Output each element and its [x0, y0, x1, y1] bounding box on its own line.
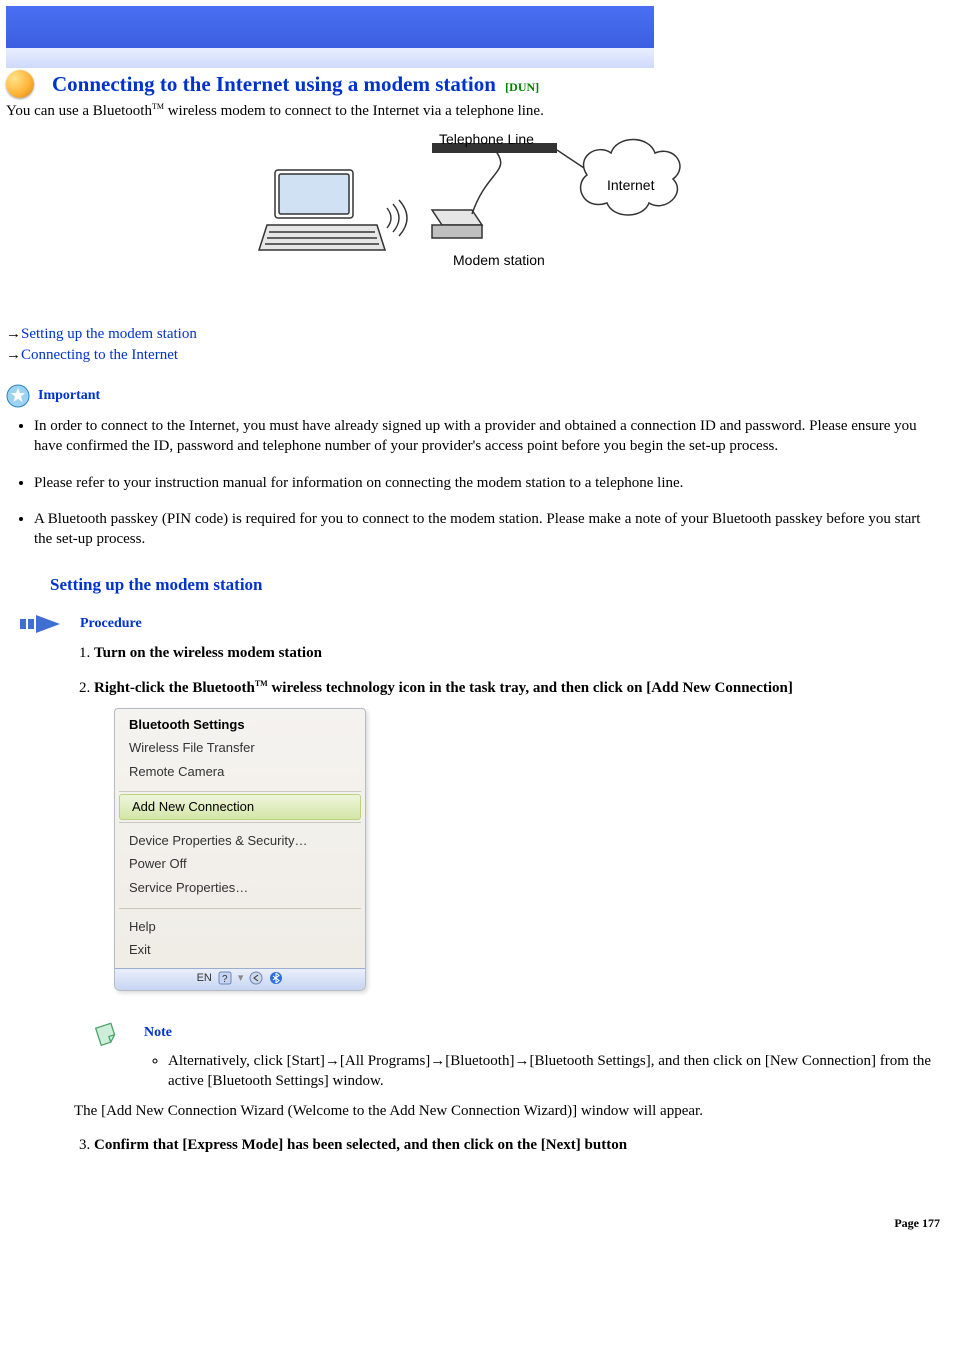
note-heading: Note: [144, 1024, 172, 1043]
step-2-post: wireless technology icon in the task tra…: [268, 680, 793, 696]
anchor-links-block: →Setting up the modem station →Connectin…: [6, 324, 948, 366]
page-title-tag: [DUN]: [505, 80, 539, 94]
help-tray-icon: ?: [218, 971, 232, 985]
menu-item-device-properties: Device Properties & Security…: [129, 829, 355, 853]
diagram-label-telephone: Telephone Line: [439, 131, 534, 147]
page-title-text: Connecting to the Internet using a modem…: [52, 72, 496, 96]
procedure-block: Procedure Turn on the wireless modem sta…: [20, 613, 954, 1155]
section-heading-setup: Setting up the modem station: [50, 575, 954, 595]
procedure-arrow-icon: [20, 613, 60, 635]
menu-item-wft: Wireless File Transfer: [129, 736, 355, 760]
menu-separator: [119, 908, 361, 909]
wizard-appear-text: The [Add New Connection Wizard (Welcome …: [74, 1101, 942, 1121]
menu-item-help: Help: [129, 915, 355, 939]
link-connect-internet[interactable]: Connecting to the Internet: [21, 347, 178, 363]
note-icon: [94, 1021, 120, 1047]
important-section: Important In order to connect to the Int…: [6, 384, 948, 549]
trademark-symbol: TM: [152, 102, 164, 111]
menu-separator: [119, 822, 361, 823]
diagram-label-modem: Modem station: [453, 252, 545, 268]
note-item: Alternatively, click [Start]→[All Progra…: [168, 1051, 948, 1092]
intro-post: wireless modem to connect to the Interne…: [164, 103, 544, 119]
banner-bar-top: [6, 6, 654, 48]
menu-title: Bluetooth Settings: [129, 713, 355, 737]
procedure-heading: Procedure: [80, 616, 142, 632]
menu-item-add-new-connection: Add New Connection: [119, 794, 361, 820]
tray-language: EN: [197, 971, 212, 986]
important-label-row: Important: [6, 384, 948, 408]
page-footer: Page 177: [0, 1216, 940, 1231]
arrow-glyph: →: [6, 347, 21, 363]
step-1-text: Turn on the wireless modem station: [94, 645, 322, 661]
step-3-text: Confirm that [Express Mode] has been sel…: [94, 1137, 627, 1153]
menu-item-exit: Exit: [129, 938, 355, 962]
important-heading: Important: [38, 388, 100, 404]
menu-item-service-properties: Service Properties…: [129, 876, 355, 900]
bluetooth-tray-icon: [269, 971, 283, 985]
important-bullet: Please refer to your instruction manual …: [34, 473, 942, 493]
star-icon: [6, 384, 30, 408]
menu-item-power-off: Power Off: [129, 852, 355, 876]
note-list: Alternatively, click [Start]→[All Progra…: [134, 1051, 948, 1092]
arrow-glyph: →: [6, 326, 21, 342]
menu-separator: [119, 791, 361, 792]
important-bullet: In order to connect to the Internet, you…: [34, 416, 942, 457]
step-3: Confirm that [Express Mode] has been sel…: [94, 1135, 948, 1155]
step-2-text: Right-click the BluetoothTM wireless tec…: [94, 680, 793, 696]
step-2-pre: Right-click the Bluetooth: [94, 680, 255, 696]
procedure-steps: Turn on the wireless modem station Right…: [72, 643, 948, 1155]
banner-bar-mid: [6, 48, 654, 68]
top-banner: [6, 6, 654, 68]
trademark-symbol: TM: [255, 679, 268, 688]
page-title: Connecting to the Internet using a modem…: [52, 72, 539, 97]
tray-chevron-left-icon: [249, 971, 263, 985]
tray-divider: ▾: [238, 971, 244, 986]
intro-pre: You can use a Bluetooth: [6, 103, 152, 119]
title-bullet-icon: [6, 70, 34, 98]
intro-text: You can use a BluetoothTM wireless modem…: [6, 102, 948, 120]
diagram-illustration: Telephone Line Internet Modem station: [257, 130, 697, 310]
important-bullets: In order to connect to the Internet, you…: [34, 416, 942, 549]
taskbar-tray: EN ? ▾: [115, 968, 365, 990]
diagram-label-internet: Internet: [607, 177, 655, 193]
link-setup-modem[interactable]: Setting up the modem station: [21, 326, 197, 342]
svg-text:?: ?: [222, 974, 228, 985]
important-bullet: A Bluetooth passkey (PIN code) is requir…: [34, 509, 942, 550]
context-menu-mock: Bluetooth Settings Wireless File Transfe…: [114, 708, 366, 991]
step-1: Turn on the wireless modem station: [94, 643, 948, 663]
title-row: Connecting to the Internet using a modem…: [0, 68, 954, 100]
step-2: Right-click the BluetoothTM wireless tec…: [94, 678, 948, 1122]
menu-item-remote-camera: Remote Camera: [129, 760, 355, 784]
